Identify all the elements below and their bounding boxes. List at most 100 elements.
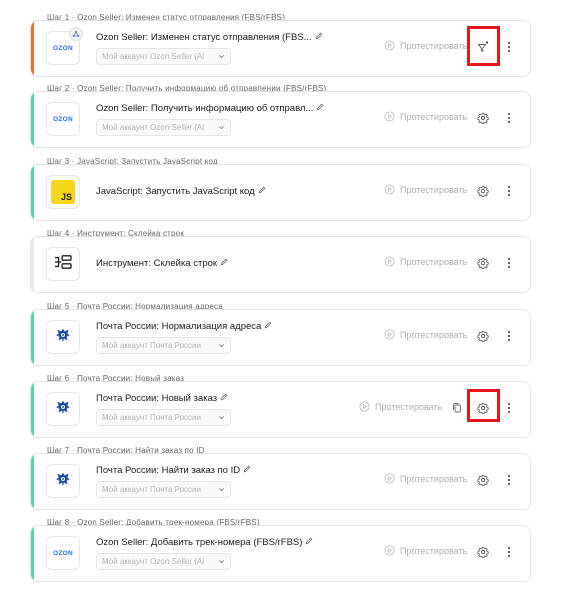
account-select[interactable]: Мой аккаунт Ozon Seller (Al [96, 48, 231, 65]
account-select[interactable]: Мой аккаунт Почта России [96, 481, 231, 498]
play-circle-icon [384, 472, 400, 486]
test-button[interactable]: Протестировать [384, 543, 467, 559]
edit-icon[interactable] [243, 465, 251, 476]
account-select[interactable]: Мой аккаунт Ozon Seller (Al [96, 553, 231, 570]
step-title-text: Почта России: Новый заказ [96, 393, 218, 405]
step-title-text: Почта России: Найти заказ по ID [96, 465, 241, 477]
step-card[interactable]: OZON Ozon Seller: Получить информацию об … [30, 91, 531, 148]
edit-icon[interactable] [220, 393, 228, 404]
step-title[interactable]: Инструмент: Склейка строк [96, 258, 228, 269]
step-card[interactable]: JS JavaScript: Запустить JavaScript код Пр… [30, 164, 531, 221]
edit-icon[interactable] [316, 103, 324, 114]
chevron-down-icon [218, 486, 225, 495]
step-title-text: Ozon Seller: Добавить трек-номера (FBS/r… [96, 537, 303, 549]
more-vertical-icon[interactable] [501, 544, 517, 560]
edit-icon[interactable] [264, 321, 272, 332]
app-icon: OZON [46, 536, 80, 570]
gear-icon[interactable] [475, 544, 491, 560]
test-button-label: Протестировать [400, 330, 468, 340]
pochta-eagle-icon [54, 398, 72, 421]
test-button[interactable]: Протестировать [384, 38, 467, 54]
step-card[interactable]: Инструмент: Склейка строк Протестировать [30, 236, 531, 293]
step-title-text: Инструмент: Склейка строк [96, 258, 218, 270]
test-button[interactable]: Протестировать [384, 109, 467, 125]
account-select-value: Мой аккаунт Ozon Seller (Al [102, 557, 204, 566]
more-vertical-icon[interactable] [501, 328, 517, 344]
step-accent-bar [31, 454, 34, 509]
copy-icon[interactable] [449, 400, 465, 416]
edit-icon[interactable] [305, 537, 313, 548]
account-select[interactable]: Мой аккаунт Ozon Seller (Al [96, 119, 231, 136]
test-button[interactable]: Протестировать [384, 254, 467, 270]
step-accent-bar [31, 92, 34, 147]
edit-icon[interactable] [220, 258, 228, 269]
gear-icon[interactable] [475, 328, 491, 344]
account-select-value: Мой аккаунт Ozon Seller (Al [102, 123, 204, 132]
javascript-logo: JS [51, 180, 75, 204]
ozon-logo: OZON [53, 44, 73, 52]
more-vertical-icon[interactable] [501, 255, 517, 271]
step-title[interactable]: Почта России: Нормализация адреса [96, 321, 272, 332]
play-circle-icon [384, 39, 400, 53]
account-select[interactable]: Мой аккаунт Почта России [96, 337, 231, 354]
step-accent-bar [31, 237, 34, 292]
step-accent-bar [31, 382, 34, 437]
step-title[interactable]: Почта России: Новый заказ [96, 393, 228, 404]
test-button-label: Протестировать [400, 474, 468, 484]
gear-icon[interactable] [475, 110, 491, 126]
step-title[interactable]: Почта России: Найти заказ по ID [96, 465, 251, 476]
play-circle-icon [359, 400, 375, 414]
step-title[interactable]: Ozon Seller: Добавить трек-номера (FBS/r… [96, 537, 313, 548]
merge-rows-icon [54, 254, 72, 275]
account-select-value: Мой аккаунт Ozon Seller (Al [102, 52, 204, 61]
edit-icon[interactable] [315, 32, 323, 43]
play-circle-icon [384, 544, 400, 558]
step-title[interactable]: JavaScript: Запустить JavaScript код [96, 186, 266, 197]
gear-icon[interactable] [475, 472, 491, 488]
play-circle-icon [384, 255, 400, 269]
step-title[interactable]: Ozon Seller: Получить информацию об отпр… [96, 103, 324, 114]
step-card[interactable]: OZON Ozon Seller: Добавить трек-номера (F… [30, 525, 531, 582]
test-button[interactable]: Протестировать [384, 471, 467, 487]
step-title-text: Ozon Seller: Получить информацию об отпр… [96, 103, 314, 115]
test-button-label: Протестировать [375, 402, 443, 412]
play-circle-icon [384, 183, 400, 197]
more-vertical-icon[interactable] [501, 400, 517, 416]
account-select-value: Мой аккаунт Почта России [102, 485, 201, 494]
pochta-eagle-icon [54, 326, 72, 349]
pochta-eagle-icon [54, 470, 72, 493]
account-select-value: Мой аккаунт Почта России [102, 341, 201, 350]
test-button-label: Протестировать [400, 546, 468, 556]
more-vertical-icon[interactable] [501, 472, 517, 488]
ozon-logo: OZON [53, 549, 73, 557]
edit-icon[interactable] [258, 186, 266, 197]
test-button[interactable]: Протестировать [384, 182, 467, 198]
highlight-box [467, 26, 500, 66]
step-card[interactable]: Почта России: Новый заказ Мой аккаунт Поч… [30, 381, 531, 438]
account-select[interactable]: Мой аккаунт Почта России [96, 409, 231, 426]
share-nodes-icon [69, 27, 83, 41]
chevron-down-icon [218, 53, 225, 62]
step-title[interactable]: Ozon Seller: Изменен статус отправления … [96, 32, 323, 43]
play-circle-icon [384, 328, 400, 342]
step-card[interactable]: Почта России: Найти заказ по ID Мой аккау… [30, 453, 531, 510]
test-button-label: Протестировать [400, 257, 468, 267]
test-button[interactable]: Протестировать [359, 399, 442, 415]
step-card[interactable]: Почта России: Нормализация адреса Мой акк… [30, 309, 531, 366]
chevron-down-icon [218, 124, 225, 133]
app-icon: JS [46, 175, 80, 209]
app-icon [46, 320, 80, 354]
gear-icon[interactable] [475, 255, 491, 271]
gear-icon[interactable] [475, 183, 491, 199]
test-button[interactable]: Протестировать [384, 327, 467, 343]
step-card[interactable]: OZON Ozon Seller: Изменен статус отправле… [30, 20, 531, 77]
more-vertical-icon[interactable] [501, 183, 517, 199]
more-vertical-icon[interactable] [501, 39, 517, 55]
step-accent-bar [31, 526, 34, 581]
chevron-down-icon [218, 342, 225, 351]
more-vertical-icon[interactable] [501, 110, 517, 126]
chevron-down-icon [218, 414, 225, 423]
step-title-text: JavaScript: Запустить JavaScript код [96, 186, 255, 198]
app-icon: OZON [46, 27, 83, 65]
chevron-down-icon [218, 558, 225, 567]
